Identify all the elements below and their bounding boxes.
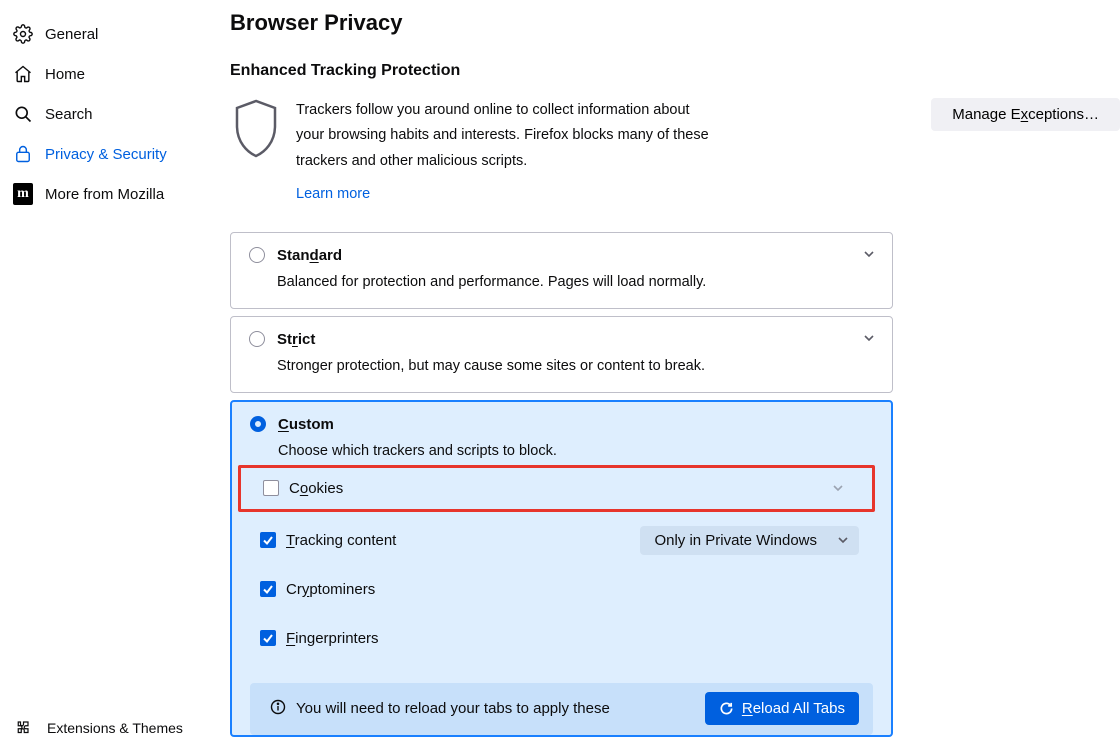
sidebar-item-label: Extensions & Themes — [47, 720, 183, 736]
sidebar-item-label: General — [45, 26, 98, 43]
option-strict[interactable]: Strict Stronger protection, but may caus… — [230, 316, 893, 393]
checkbox-label: Fingerprinters — [286, 630, 379, 647]
info-icon — [270, 699, 286, 719]
sidebar-item-general[interactable]: General — [10, 14, 200, 54]
checkbox-cookies[interactable] — [263, 480, 279, 496]
checkbox-fingerprint[interactable] — [260, 630, 276, 646]
option-desc: Stronger protection, but may cause some … — [277, 358, 874, 374]
mozilla-icon: m — [13, 184, 33, 204]
select-value: Only in Private Windows — [654, 532, 817, 549]
radio-custom[interactable] — [250, 416, 266, 432]
sidebar-item-label: Home — [45, 66, 85, 83]
checkbox-crypto[interactable] — [260, 581, 276, 597]
sidebar-item-label: More from Mozilla — [45, 186, 164, 203]
etp-description: Trackers follow you around online to col… — [296, 102, 709, 169]
sidebar-item-label: Search — [45, 106, 93, 123]
chevron-down-icon — [860, 245, 878, 263]
shield-icon — [230, 98, 282, 160]
reload-all-tabs-button[interactable]: Reload All Tabs — [705, 692, 859, 725]
checkbox-label: Tracking content — [286, 532, 396, 549]
radio-strict[interactable] — [249, 331, 265, 347]
manage-exceptions-button[interactable]: Manage Exceptions… — [931, 98, 1120, 131]
checkbox-label: Cookies — [289, 480, 343, 497]
checkbox-tracking[interactable] — [260, 532, 276, 548]
lock-icon — [13, 144, 33, 164]
sidebar-item-home[interactable]: Home — [10, 54, 200, 94]
option-custom: Custom Choose which trackers and scripts… — [230, 400, 893, 737]
option-title: Standard — [277, 247, 342, 264]
sidebar-item-label: Privacy & Security — [45, 146, 167, 163]
home-icon — [13, 64, 33, 84]
option-desc: Balanced for protection and performance.… — [277, 274, 874, 290]
sidebar-item-privacy[interactable]: Privacy & Security — [10, 134, 200, 174]
option-desc: Choose which trackers and scripts to blo… — [278, 443, 873, 459]
gear-icon — [13, 24, 33, 44]
checkbox-row-fingerprint: Fingerprinters — [250, 616, 873, 661]
notice-text: You will need to reload your tabs to app… — [296, 700, 610, 717]
reload-icon — [719, 701, 734, 716]
checkbox-row-crypto: Cryptominers — [250, 567, 873, 612]
checkbox-row-tracking: Tracking content Only in Private Windows — [250, 518, 873, 563]
checkbox-row-cookies: Cookies — [238, 465, 875, 512]
option-standard[interactable]: Standard Balanced for protection and per… — [230, 232, 893, 309]
chevron-down-icon — [860, 329, 878, 347]
learn-more-link[interactable]: Learn more — [296, 182, 370, 207]
checkbox-label: Cryptominers — [286, 581, 375, 598]
page-title: Browser Privacy — [230, 10, 1120, 36]
reload-notice: You will need to reload your tabs to app… — [250, 683, 873, 735]
puzzle-icon — [15, 718, 35, 738]
sidebar-item-mozilla[interactable]: m More from Mozilla — [10, 174, 200, 214]
option-title: Strict — [277, 331, 315, 348]
sidebar-item-search[interactable]: Search — [10, 94, 200, 134]
cookies-select[interactable] — [414, 476, 844, 500]
sidebar-item-extensions[interactable]: Extensions & Themes — [12, 708, 200, 748]
radio-standard[interactable] — [249, 247, 265, 263]
search-icon — [13, 104, 33, 124]
tracking-select[interactable]: Only in Private Windows — [640, 526, 859, 555]
option-title: Custom — [278, 416, 334, 433]
chevron-down-icon — [837, 534, 849, 546]
section-title: Enhanced Tracking Protection — [230, 62, 1120, 80]
